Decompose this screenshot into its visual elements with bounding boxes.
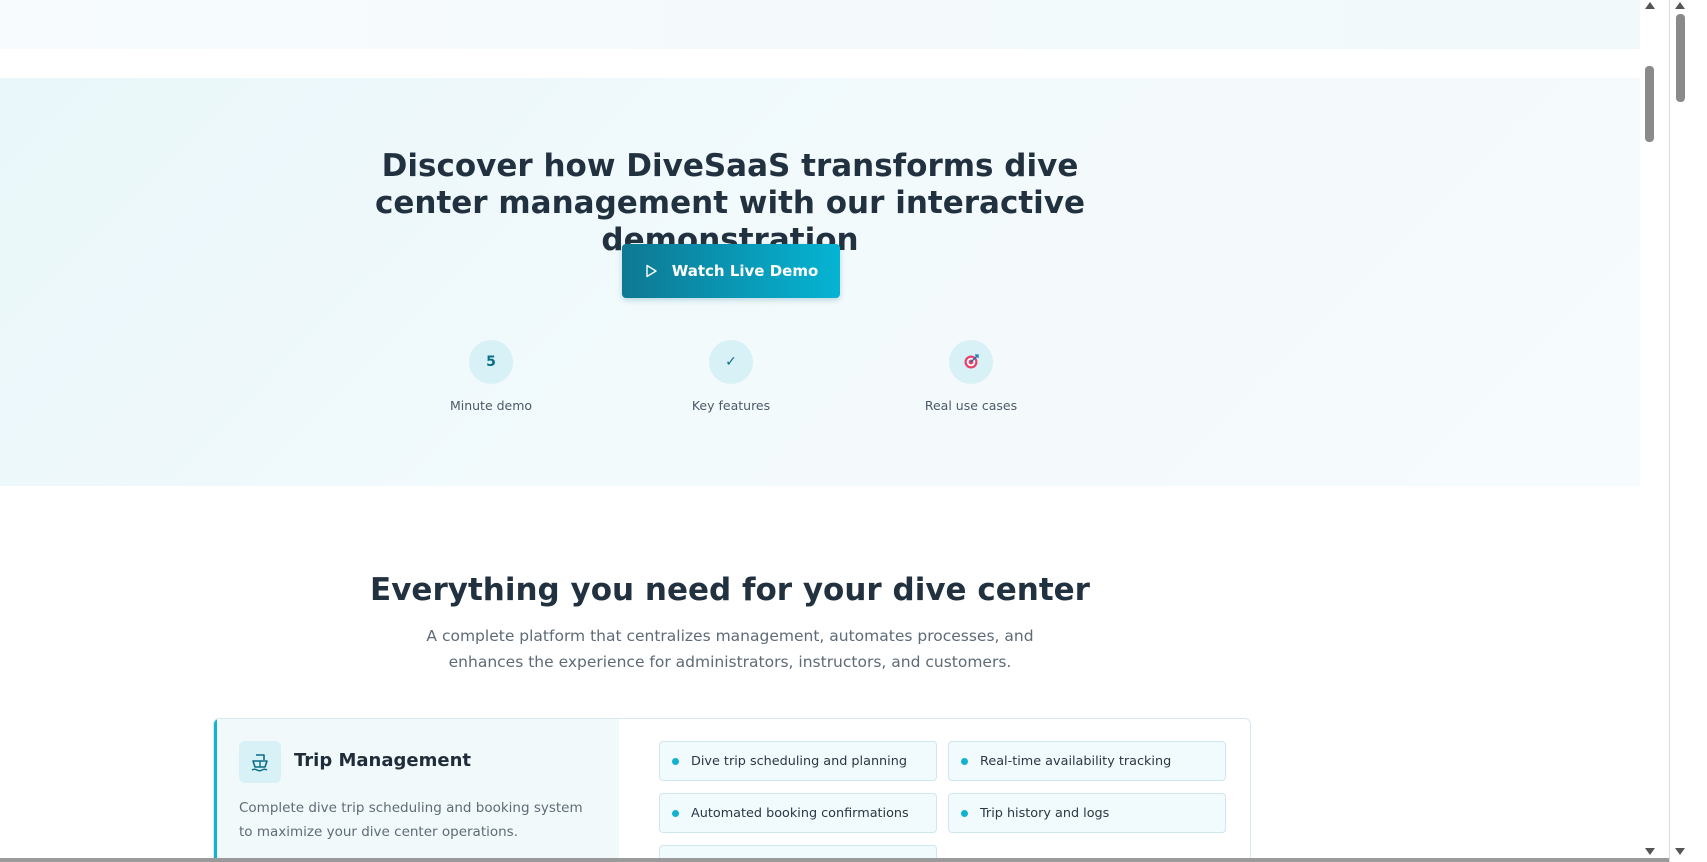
- watch-live-demo-button[interactable]: Watch Live Demo: [622, 244, 840, 298]
- feature-item: Automated booking confirmations: [659, 793, 937, 833]
- stat-label: Real use cases: [924, 398, 1018, 413]
- features-title: Everything you need for your dive center: [370, 572, 1090, 608]
- feature-description: Complete dive trip scheduling and bookin…: [239, 800, 583, 840]
- stat-real-use-cases: Real use cases: [901, 340, 1041, 413]
- bullet-icon: [961, 809, 968, 817]
- feature-item: Trip history and logs: [948, 793, 1226, 833]
- stat-number-badge: 5: [469, 340, 513, 384]
- scrollbar-thumb[interactable]: [1645, 66, 1654, 142]
- feature-item: Real-time availability tracking: [948, 741, 1226, 781]
- stat-minute-demo: 5 Minute demo: [421, 340, 561, 413]
- bullet-icon: [672, 809, 679, 817]
- window-scrollbar[interactable]: [1669, 0, 1707, 862]
- feature-name: Trip Management: [294, 750, 471, 771]
- feature-card-trip-management[interactable]: Trip Management Complete dive trip sched…: [213, 718, 1251, 862]
- features-subtitle: A complete platform that centralizes man…: [426, 627, 1034, 671]
- bullet-icon: [672, 757, 679, 765]
- target-icon: [949, 340, 993, 384]
- play-icon: [646, 264, 657, 278]
- scroll-down-arrow-icon[interactable]: [1645, 848, 1655, 855]
- stat-key-features: ✓ Key features: [661, 340, 801, 413]
- window-bottom-border: [0, 858, 1669, 862]
- hero-title: Discover how DiveSaaS transforms dive ce…: [374, 148, 1086, 258]
- window-scrollbar-thumb[interactable]: [1676, 14, 1685, 102]
- scroll-up-arrow-icon[interactable]: [1645, 2, 1655, 9]
- window-scroll-up-arrow-icon[interactable]: [1675, 2, 1685, 9]
- boat-icon: [239, 741, 281, 783]
- window-scroll-down-arrow-icon[interactable]: [1675, 848, 1685, 855]
- stat-number: 5: [486, 354, 496, 370]
- top-band: [0, 0, 1640, 49]
- stat-label: Minute demo: [449, 398, 533, 413]
- stat-label: Key features: [691, 398, 771, 413]
- bullet-icon: [961, 757, 968, 765]
- watch-live-demo-label: Watch Live Demo: [671, 262, 819, 280]
- page-scrollbar[interactable]: [1640, 0, 1669, 862]
- feature-card-header: Trip Management Complete dive trip sched…: [214, 719, 619, 862]
- checkmark-icon: ✓: [709, 340, 753, 384]
- feature-item: Dive trip scheduling and planning: [659, 741, 937, 781]
- page: Discover how DiveSaaS transforms dive ce…: [0, 0, 1640, 862]
